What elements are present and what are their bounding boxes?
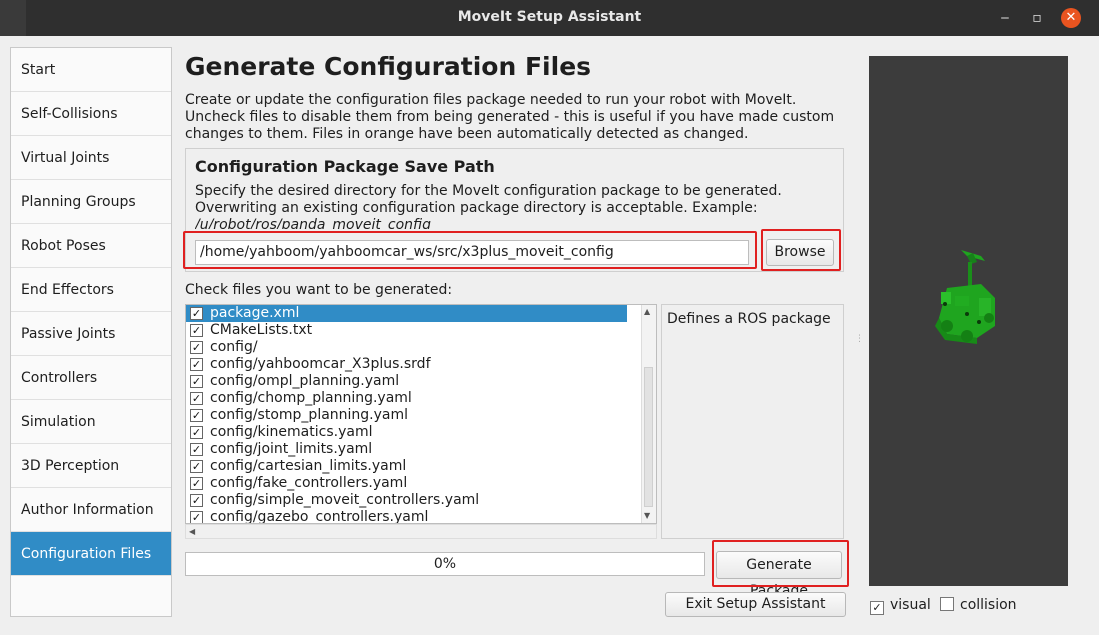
- file-list-hscrollbar[interactable]: ◀ ▶: [185, 524, 819, 539]
- robot-model-icon: [935, 250, 995, 344]
- generate-package-button[interactable]: Generate Package: [716, 551, 842, 599]
- scroll-down-icon[interactable]: ▼: [644, 511, 650, 520]
- robot-3d-viewer[interactable]: [869, 56, 1068, 586]
- save-path-example: /u/robot/ros/panda_moveit_config: [195, 217, 431, 229]
- list-item[interactable]: ✓ config/joint_limits.yaml: [186, 441, 656, 458]
- list-item[interactable]: ✓ CMakeLists.txt: [186, 322, 656, 339]
- sidebar-item-end-effectors[interactable]: End Effectors: [11, 268, 171, 312]
- scroll-up-icon[interactable]: ▲: [644, 307, 650, 316]
- save-path-input[interactable]: /home/yahboom/yahboomcar_ws/src/x3plus_m…: [195, 240, 749, 265]
- file-name: config/joint_limits.yaml: [210, 441, 373, 457]
- file-name: config/fake_controllers.yaml: [210, 475, 408, 491]
- checkbox-checked-icon[interactable]: ✓: [190, 358, 203, 371]
- list-item[interactable]: ✓ config/fake_controllers.yaml: [186, 475, 656, 492]
- maximize-icon[interactable]: ▫: [1027, 8, 1047, 28]
- sidebar-item-simulation[interactable]: Simulation: [11, 400, 171, 444]
- page-description: Create or update the configuration files…: [185, 92, 835, 142]
- sidebar-item-robot-poses[interactable]: Robot Poses: [11, 224, 171, 268]
- list-item[interactable]: ✓ config/cartesian_limits.yaml: [186, 458, 656, 475]
- checkbox-checked-icon[interactable]: ✓: [190, 511, 203, 523]
- file-name: config/stomp_planning.yaml: [210, 407, 409, 423]
- sidebar-item-passive-joints[interactable]: Passive Joints: [11, 312, 171, 356]
- file-list-scrollbar[interactable]: ▲ ▼: [641, 305, 656, 523]
- checkbox-checked-icon[interactable]: ✓: [190, 494, 203, 507]
- checkbox-checked-icon[interactable]: ✓: [190, 477, 203, 490]
- file-list[interactable]: ✓ package.xml ✓ CMakeLists.txt ✓ config/ ✓ c…: [185, 304, 657, 524]
- save-path-group: Configuration Package Save Path Specify …: [185, 148, 844, 272]
- minimize-icon[interactable]: ‒: [995, 8, 1015, 28]
- visual-label: visual: [890, 597, 931, 613]
- page-title: Generate Configuration Files: [185, 52, 592, 81]
- collision-label: collision: [960, 597, 1017, 613]
- sidebar-item-self-collisions[interactable]: Self-Collisions: [11, 92, 171, 136]
- scroll-left-icon[interactable]: ◀: [189, 527, 195, 536]
- browse-button[interactable]: Browse: [766, 239, 834, 266]
- file-name: config/yahboomcar_X3plus.srdf: [210, 356, 431, 372]
- file-description: Defines a ROS package: [667, 311, 831, 327]
- file-name: config/chomp_planning.yaml: [210, 390, 412, 406]
- file-name: package.xml: [210, 305, 300, 321]
- sidebar-item-start[interactable]: Start: [11, 48, 171, 92]
- exit-button[interactable]: Exit Setup Assistant: [665, 592, 846, 617]
- checkbox-checked-icon[interactable]: ✓: [190, 341, 203, 354]
- close-icon[interactable]: ✕: [1061, 8, 1081, 28]
- list-item[interactable]: ✓ config/ompl_planning.yaml: [186, 373, 656, 390]
- sidebar-item-controllers[interactable]: Controllers: [11, 356, 171, 400]
- file-name: config/cartesian_limits.yaml: [210, 458, 407, 474]
- checkbox-checked-icon[interactable]: ✓: [870, 601, 884, 615]
- file-name: config/: [210, 339, 258, 355]
- list-item[interactable]: ✓ config/chomp_planning.yaml: [186, 390, 656, 407]
- title-bar: MoveIt Setup Assistant ‒ ▫ ✕: [0, 0, 1099, 36]
- checkbox-checked-icon[interactable]: ✓: [190, 392, 203, 405]
- collision-toggle[interactable]: collision: [940, 597, 1017, 613]
- progress-bar: 0%: [185, 552, 705, 576]
- checkbox-unchecked-icon[interactable]: [940, 597, 954, 611]
- file-name: config/ompl_planning.yaml: [210, 373, 400, 389]
- list-item[interactable]: ✓ config/stomp_planning.yaml: [186, 407, 656, 424]
- sidebar-item-3d-perception[interactable]: 3D Perception: [11, 444, 171, 488]
- file-description-panel: Defines a ROS package: [661, 304, 844, 539]
- files-label: Check files you want to be generated:: [185, 282, 453, 298]
- sidebar-item-configuration-files[interactable]: Configuration Files: [11, 532, 171, 576]
- sidebar-nav: Start Self-Collisions Virtual Joints Pla…: [10, 47, 172, 617]
- file-name: config/simple_moveit_controllers.yaml: [210, 492, 480, 508]
- splitter-handle-icon[interactable]: ⋮: [855, 334, 864, 344]
- checkbox-checked-icon[interactable]: ✓: [190, 324, 203, 337]
- scrollbar-thumb[interactable]: [644, 367, 653, 507]
- save-path-description: Specify the desired directory for the Mo…: [195, 183, 835, 229]
- file-name: CMakeLists.txt: [210, 322, 313, 338]
- checkbox-checked-icon[interactable]: ✓: [190, 307, 203, 320]
- list-item[interactable]: ✓ config/kinematics.yaml: [186, 424, 656, 441]
- file-name: config/gazebo_controllers.yaml: [210, 509, 429, 524]
- checkbox-checked-icon[interactable]: ✓: [190, 426, 203, 439]
- checkbox-checked-icon[interactable]: ✓: [190, 443, 203, 456]
- checkbox-checked-icon[interactable]: ✓: [190, 409, 203, 422]
- visual-toggle[interactable]: ✓ visual: [870, 597, 931, 615]
- list-item[interactable]: ✓ package.xml: [186, 305, 627, 322]
- checkbox-checked-icon[interactable]: ✓: [190, 460, 203, 473]
- sidebar-item-planning-groups[interactable]: Planning Groups: [11, 180, 171, 224]
- save-path-heading: Configuration Package Save Path: [195, 157, 495, 176]
- list-item[interactable]: ✓ config/yahboomcar_X3plus.srdf: [186, 356, 656, 373]
- save-path-description-text: Specify the desired directory for the Mo…: [195, 183, 782, 216]
- list-item[interactable]: ✓ config/simple_moveit_controllers.yaml: [186, 492, 656, 509]
- list-item[interactable]: ✓ config/: [186, 339, 656, 356]
- window-title: MoveIt Setup Assistant: [457, 9, 642, 25]
- checkbox-checked-icon[interactable]: ✓: [190, 375, 203, 388]
- sidebar-item-author-information[interactable]: Author Information: [11, 488, 171, 532]
- sidebar-item-virtual-joints[interactable]: Virtual Joints: [11, 136, 171, 180]
- list-item[interactable]: ✓ config/gazebo_controllers.yaml: [186, 509, 656, 524]
- file-name: config/kinematics.yaml: [210, 424, 373, 440]
